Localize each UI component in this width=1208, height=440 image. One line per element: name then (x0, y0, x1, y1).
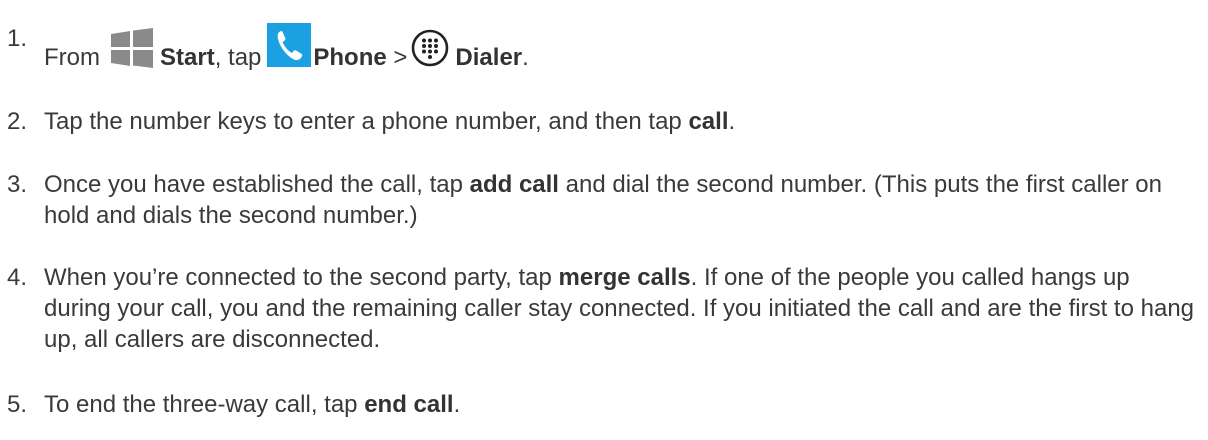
step-number: 5. (7, 391, 28, 418)
step-1-text-from: From (44, 44, 100, 71)
end-call-label: end call (364, 391, 454, 418)
step-2-end: . (728, 108, 736, 135)
windows-start-icon (108, 28, 156, 68)
step-5-text: To end the three-way call, tap (44, 391, 358, 418)
step-1-separator: > (393, 44, 408, 71)
dialer-keypad-icon (411, 29, 449, 67)
merge-calls-label: merge calls (558, 264, 691, 291)
step-number: 1. (7, 25, 28, 52)
start-label: Start (160, 44, 215, 71)
step-number: 3. (7, 171, 28, 198)
dialer-label: Dialer (455, 44, 523, 71)
step-1-text-tap: , tap (214, 44, 262, 71)
step-text: When you’re connected to the second part… (44, 262, 1200, 355)
step-text: To end the three-way call, tap end call. (44, 389, 1200, 420)
step-2-text: Tap the number keys to enter a phone num… (44, 108, 682, 135)
step-4-text: When you’re connected to the second part… (44, 264, 552, 291)
phone-icon (267, 23, 312, 67)
step-text: From Start, tap Phone > Dialer. (44, 23, 1200, 73)
call-label: call (688, 108, 729, 135)
step-3-text: Once you have established the call, tap (44, 171, 463, 198)
step-text: Tap the number keys to enter a phone num… (44, 106, 1200, 137)
step-number: 2. (7, 108, 28, 135)
step-5-end: . (453, 391, 461, 418)
add-call-label: add call (469, 171, 559, 198)
step-1-period: . (522, 44, 529, 71)
step-text: Once you have established the call, tap … (44, 169, 1200, 231)
step-number: 4. (7, 264, 28, 291)
phone-label: Phone (313, 44, 387, 71)
